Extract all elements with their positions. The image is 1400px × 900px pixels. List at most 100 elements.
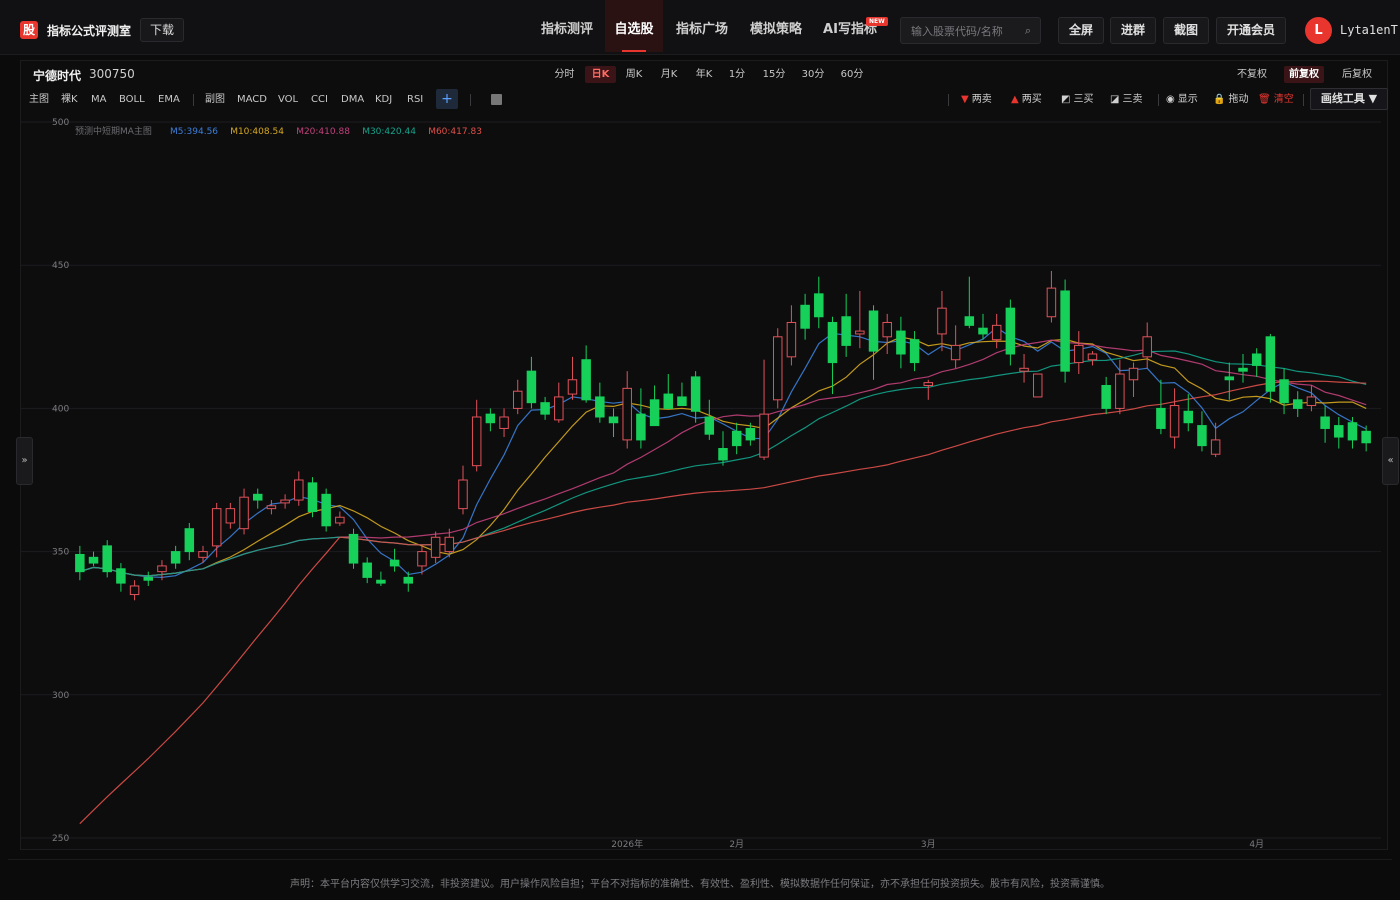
candle-up: [129, 585, 140, 596]
draw-show-button[interactable]: ◉ 显示: [1166, 92, 1198, 108]
candle-down: [978, 327, 988, 335]
indicator-ma[interactable]: MA: [91, 92, 106, 108]
nav-ai-indicator[interactable]: AI写指标: [814, 0, 886, 52]
candle-up: [937, 307, 947, 335]
candle-down: [526, 370, 537, 404]
candle-down: [677, 396, 687, 407]
draw-drag-label: 拖动: [1228, 94, 1249, 105]
candle-up: [499, 416, 509, 429]
period-1min[interactable]: 1分: [726, 66, 748, 83]
username[interactable]: Lyta1enT: [1340, 23, 1398, 37]
period-monthly[interactable]: 月K: [657, 66, 681, 83]
candle-up: [759, 413, 769, 458]
period-intraday[interactable]: 分时: [551, 66, 578, 83]
candle-down: [1334, 425, 1344, 438]
legend-ma20: M20:410.88: [296, 127, 350, 137]
draw-drag-icon: 🔒: [1213, 94, 1226, 105]
indicator-cci[interactable]: CCI: [311, 92, 328, 108]
candle-up: [1046, 287, 1057, 318]
candle-down: [841, 316, 851, 346]
x-tick-label: 4月: [1249, 839, 1264, 848]
divider: [1303, 94, 1304, 106]
candle-down: [745, 427, 756, 441]
brand-title[interactable]: 指标公式评测室: [47, 22, 131, 39]
draw-two-buy-button[interactable]: ▲ 两买: [1011, 92, 1042, 108]
indicator-rsi[interactable]: RSI: [407, 92, 423, 108]
draw-three-sell-button[interactable]: ◪ 三卖: [1110, 92, 1142, 108]
period-weekly[interactable]: 周K: [622, 66, 646, 83]
candle-down: [75, 553, 85, 573]
download-button[interactable]: 下载: [140, 18, 185, 42]
stock-search-input[interactable]: [911, 22, 1019, 40]
draw-two-sell-button[interactable]: ▼ 两卖: [961, 92, 992, 108]
user-avatar[interactable]: L: [1305, 17, 1332, 44]
nav-indicator-square[interactable]: 指标广场: [666, 0, 738, 52]
indicator-main-chart[interactable]: 主图: [29, 92, 49, 108]
candle-up: [444, 536, 455, 553]
candle-down: [116, 568, 126, 584]
draw-two-buy-label: 两买: [1021, 94, 1042, 105]
candle-up: [567, 379, 578, 395]
save-icon[interactable]: [491, 94, 502, 105]
candle-up: [512, 390, 523, 409]
indicator-ema[interactable]: EMA: [158, 92, 180, 108]
join-group-button[interactable]: 进群: [1110, 17, 1157, 44]
candle-up: [417, 551, 427, 567]
legend-ma10: M10:408.54: [230, 127, 284, 137]
candle-down: [307, 482, 318, 513]
indicator-vol[interactable]: VOL: [278, 92, 298, 108]
membership-button[interactable]: 开通会员: [1216, 17, 1287, 44]
footer-divider: [8, 859, 1392, 860]
indicator-naked-k[interactable]: 裸K: [61, 92, 78, 108]
x-tick-label: 2月: [729, 839, 744, 848]
app-logo-icon[interactable]: 股: [20, 21, 38, 39]
indicator-sub-chart[interactable]: 副图: [205, 92, 225, 108]
candle-up: [1032, 373, 1043, 398]
adjust-backward[interactable]: 后复权: [1337, 66, 1377, 83]
y-tick-label: 400: [52, 404, 69, 414]
indicator-macd[interactable]: MACD: [237, 92, 267, 108]
draw-three-buy-button[interactable]: ◩ 三买: [1061, 92, 1093, 108]
stock-search-box[interactable]: ⌕: [900, 17, 1041, 44]
search-icon[interactable]: ⌕: [1025, 24, 1031, 38]
indicator-kdj[interactable]: KDJ: [375, 92, 392, 108]
period-yearly[interactable]: 年K: [692, 66, 716, 83]
divider: [470, 94, 471, 106]
candle-down: [581, 359, 591, 401]
y-tick-label: 500: [52, 118, 69, 128]
candle-up: [786, 321, 797, 358]
candle-up: [1115, 373, 1125, 409]
period-daily[interactable]: 日K: [585, 66, 616, 83]
y-tick-label: 250: [52, 834, 69, 844]
screenshot-button[interactable]: 截图: [1163, 17, 1210, 44]
nav-indicator-review[interactable]: 指标测评: [531, 0, 603, 52]
adjust-none[interactable]: 不复权: [1232, 66, 1272, 83]
period-15min[interactable]: 15分: [760, 66, 788, 83]
period-60min[interactable]: 60分: [838, 66, 866, 83]
draw-show-label: 显示: [1177, 94, 1198, 105]
indicator-dma[interactable]: DMA: [341, 92, 364, 108]
add-indicator-button[interactable]: +: [436, 89, 458, 109]
nav-watchlist[interactable]: 自选股: [605, 0, 663, 52]
nav-simulated-strategy[interactable]: 模拟策略: [740, 0, 812, 52]
candle-up: [430, 536, 441, 558]
candle-down: [663, 393, 674, 409]
candle-up: [622, 387, 632, 441]
draw-clear-icon: 🗑: [1258, 94, 1271, 105]
candle-down: [1279, 379, 1289, 404]
expand-right-toggle[interactable]: «: [1382, 437, 1399, 485]
candle-up: [266, 505, 277, 510]
x-tick-label: 3月: [921, 839, 936, 848]
draw-clear-button[interactable]: 🗑 清空: [1258, 92, 1294, 108]
indicator-boll[interactable]: BOLL: [119, 92, 145, 108]
adjust-forward[interactable]: 前复权: [1284, 66, 1324, 83]
fullscreen-button[interactable]: 全屏: [1058, 17, 1105, 44]
drawing-tools-dropdown[interactable]: 画线工具 ▼: [1310, 88, 1388, 110]
candle-down: [649, 399, 660, 427]
candlestick-chart[interactable]: 500 450 400 350 300 250 2026年 2月 3月 4月 预测中短期MA主图 M5…: [21, 113, 1381, 848]
candle-up: [471, 416, 482, 467]
candle-down: [896, 330, 906, 355]
period-30min[interactable]: 30分: [799, 66, 827, 83]
draw-drag-button[interactable]: 🔒 拖动: [1213, 92, 1248, 108]
candle-down: [102, 545, 112, 573]
